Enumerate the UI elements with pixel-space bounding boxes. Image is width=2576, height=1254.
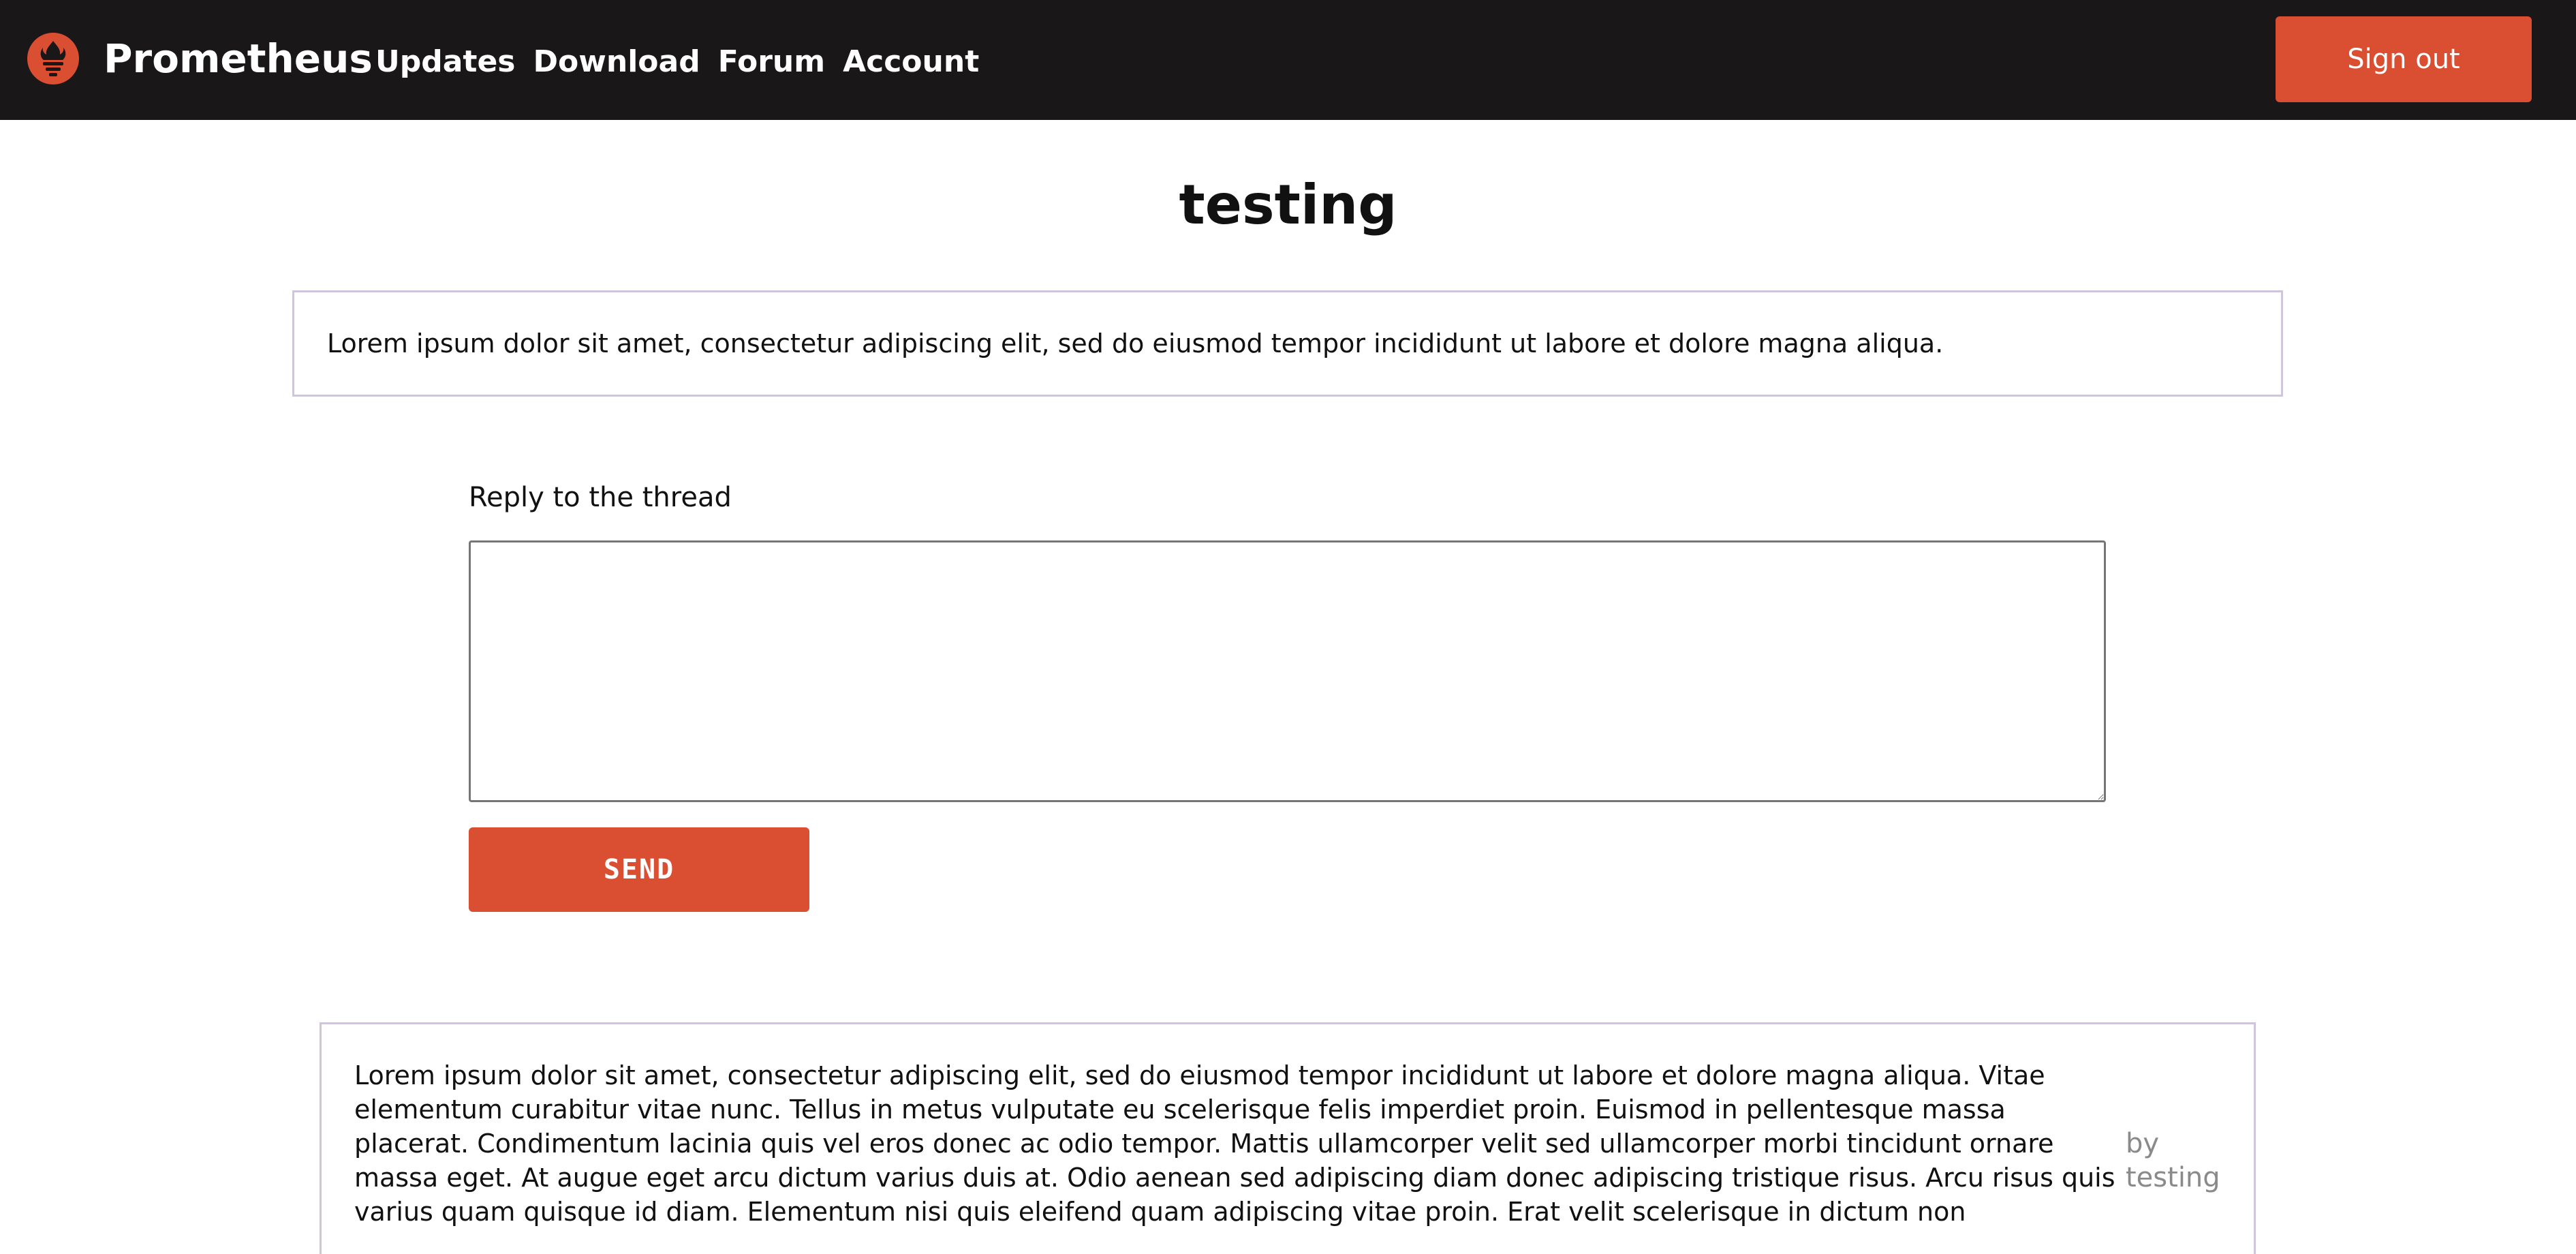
thread-body-text: Lorem ipsum dolor sit amet, consectetur … [327, 328, 1944, 358]
nav-download[interactable]: Download [533, 44, 700, 79]
nav-forum[interactable]: Forum [718, 44, 825, 79]
main-nav: Updates Download Forum Account [375, 38, 997, 85]
thread-body: Lorem ipsum dolor sit amet, consectetur … [292, 290, 2283, 397]
nav-updates[interactable]: Updates [375, 44, 515, 79]
thread-title: testing [1179, 173, 1397, 236]
post-text: Lorem ipsum dolor sit amet, consectetur … [354, 1060, 2115, 1227]
nav-account[interactable]: Account [843, 44, 979, 79]
top-navigation-bar: Prometheus Updates Download Forum Accoun… [0, 0, 2576, 120]
reply-textarea[interactable] [469, 540, 2106, 802]
post-card: Lorem ipsum dolor sit amet, consectetur … [320, 1022, 2256, 1254]
post-author: by testing [2126, 1128, 2220, 1193]
reply-label: Reply to the thread [469, 482, 732, 513]
brand-name[interactable]: Prometheus [104, 30, 373, 87]
sign-out-button[interactable]: Sign out [2276, 16, 2532, 102]
torch-flame-icon[interactable] [27, 33, 79, 85]
send-button[interactable]: SEND [469, 827, 809, 912]
